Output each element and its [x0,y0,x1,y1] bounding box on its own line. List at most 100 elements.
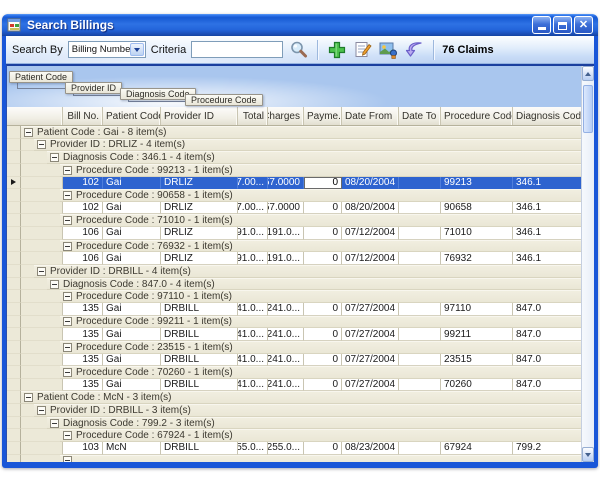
cell-date-from[interactable]: 08/20/2004 [342,177,399,190]
billing-row[interactable]: 106GaiDRLIZ191.0...191.0...007/12/200471… [7,227,581,240]
cell-provider-id[interactable]: DRLIZ [161,177,238,190]
group-header-bar[interactable]: Procedure Code : 76932 - 1 item(s) [60,240,581,253]
cell-diagnosis-code[interactable]: 346.1 [513,177,581,190]
cell-date-to[interactable] [399,252,441,265]
group-row[interactable]: Procedure Code : 67924 - 1 item(s) [7,429,581,442]
cell-charges[interactable]: 191.0... [268,227,304,240]
group-row[interactable]: Diagnosis Code : 847.0 - 4 item(s) [7,278,581,291]
cell-provider-id[interactable]: DRBILL [161,303,238,316]
record-selector[interactable] [7,278,21,291]
column-header-bill-no[interactable]: Bill No. [63,107,103,125]
cell-procedure-code[interactable]: 70260 [441,379,513,392]
cell-charges[interactable]: 255.0... [268,442,304,455]
group-header-bar[interactable]: Procedure Code : 23515 - 1 item(s) [60,341,581,354]
cell-patient-code[interactable]: Gai [103,379,161,392]
cell-total[interactable]: 57.00... [238,202,268,215]
cell-patient-code[interactable]: Gai [103,328,161,341]
cell-diagnosis-code[interactable]: 847.0 [513,354,581,367]
cell-charges[interactable]: 57.0000 [268,177,304,190]
search-button[interactable] [288,39,309,60]
cell-provider-id[interactable]: DRBILL [161,354,238,367]
group-row[interactable]: Provider ID : DRBILL - 4 item(s) [7,265,581,278]
cell-date-from[interactable]: 07/27/2004 [342,328,399,341]
collapse-icon[interactable] [50,419,59,428]
cell-provider-id[interactable]: DRLIZ [161,252,238,265]
group-header-bar[interactable]: Procedure Code : 99211 - 1 item(s) [60,316,581,329]
cell-date-to[interactable] [399,328,441,341]
cell-date-from[interactable]: 07/12/2004 [342,227,399,240]
cell-diagnosis-code[interactable]: 847.0 [513,328,581,341]
record-selector[interactable] [7,341,21,354]
record-selector[interactable] [7,139,21,152]
cell-payments[interactable]: 0 [304,442,342,455]
collapse-icon[interactable] [63,431,72,440]
record-selector[interactable] [7,151,21,164]
record-selector[interactable] [7,316,21,329]
column-header-provider-id[interactable]: Provider ID [161,107,238,125]
cell-procedure-code[interactable]: 23515 [441,354,513,367]
collapse-icon[interactable] [63,317,72,326]
cell-total[interactable]: 255.0... [238,442,268,455]
group-row[interactable]: Procedure Code : 99211 - 1 item(s) [7,316,581,329]
cell-patient-code[interactable]: Gai [103,354,161,367]
cell-diagnosis-code[interactable]: 346.1 [513,227,581,240]
record-selector[interactable] [7,303,21,316]
cell-bill-no[interactable]: 102 [63,202,103,215]
cell-provider-id[interactable]: DRBILL [161,328,238,341]
cell-procedure-code[interactable]: 99213 [441,177,513,190]
record-selector[interactable] [7,455,21,462]
cell-date-to[interactable] [399,379,441,392]
record-selector[interactable] [7,189,21,202]
collapse-icon[interactable] [37,140,46,149]
cell-total[interactable]: 57.00... [238,177,268,190]
column-header-total[interactable]: Total [238,107,268,125]
group-row[interactable]: Procedure Code : 97110 - 1 item(s) [7,290,581,303]
billing-row[interactable]: 106GaiDRLIZ191.0...191.0...007/12/200476… [7,252,581,265]
cell-patient-code[interactable]: Gai [103,227,161,240]
cell-procedure-code[interactable]: 97110 [441,303,513,316]
cell-payments[interactable]: 0 [304,379,342,392]
billing-row[interactable]: 102GaiDRLIZ57.00...57.0000008/20/2004906… [7,202,581,215]
collapse-icon[interactable] [63,216,72,225]
group-header-bar[interactable] [60,455,581,462]
cell-total[interactable]: 241.0... [238,303,268,316]
record-selector[interactable] [7,177,21,190]
cell-charges[interactable]: 241.0... [268,354,304,367]
cell-date-from[interactable]: 07/27/2004 [342,354,399,367]
cell-date-from[interactable]: 07/27/2004 [342,303,399,316]
claim-image-button[interactable] [378,39,399,60]
column-header-patient-code[interactable]: Patient Code [103,107,161,125]
group-row[interactable]: Provider ID : DRBILL - 3 item(s) [7,404,581,417]
record-selector[interactable] [7,227,21,240]
cell-charges[interactable]: 191.0... [268,252,304,265]
group-header-bar[interactable]: Procedure Code : 71010 - 1 item(s) [60,214,581,227]
group-header-bar[interactable]: Diagnosis Code : 799.2 - 3 item(s) [47,417,581,430]
group-row[interactable]: Procedure Code : 71010 - 1 item(s) [7,214,581,227]
title-bar[interactable]: Search Billings ✕ [2,14,598,36]
group-row[interactable]: Procedure Code : 70260 - 1 item(s) [7,366,581,379]
column-header-procedure-code[interactable]: Procedure Code [441,107,513,125]
group-by-box-patient-code[interactable]: Patient Code [9,71,73,83]
record-selector[interactable] [7,328,21,341]
cell-payments[interactable]: 0 [304,354,342,367]
cell-total[interactable]: 241.0... [238,328,268,341]
collapse-icon[interactable] [63,242,72,251]
record-selector[interactable] [7,404,21,417]
cell-date-from[interactable]: 07/27/2004 [342,379,399,392]
cell-bill-no[interactable]: 106 [63,252,103,265]
collapse-icon[interactable] [63,292,72,301]
group-row[interactable]: Patient Code : McN - 3 item(s) [7,391,581,404]
record-selector[interactable] [7,214,21,227]
cell-bill-no[interactable]: 135 [63,379,103,392]
group-header-bar[interactable]: Procedure Code : 67924 - 1 item(s) [60,429,581,442]
group-row[interactable]: Diagnosis Code : 346.1 - 4 item(s) [7,151,581,164]
cell-procedure-code[interactable]: 99211 [441,328,513,341]
record-selector[interactable] [7,240,21,253]
group-header-bar[interactable]: Procedure Code : 99213 - 1 item(s) [60,164,581,177]
cell-date-to[interactable] [399,442,441,455]
cell-payments[interactable]: 0 [304,328,342,341]
group-by-panel[interactable]: Patient CodeProvider IDDiagnosis CodePro… [7,66,581,107]
cell-provider-id[interactable]: DRBILL [161,442,238,455]
cell-payments[interactable]: 0 [304,303,342,316]
record-selector[interactable] [7,391,21,404]
